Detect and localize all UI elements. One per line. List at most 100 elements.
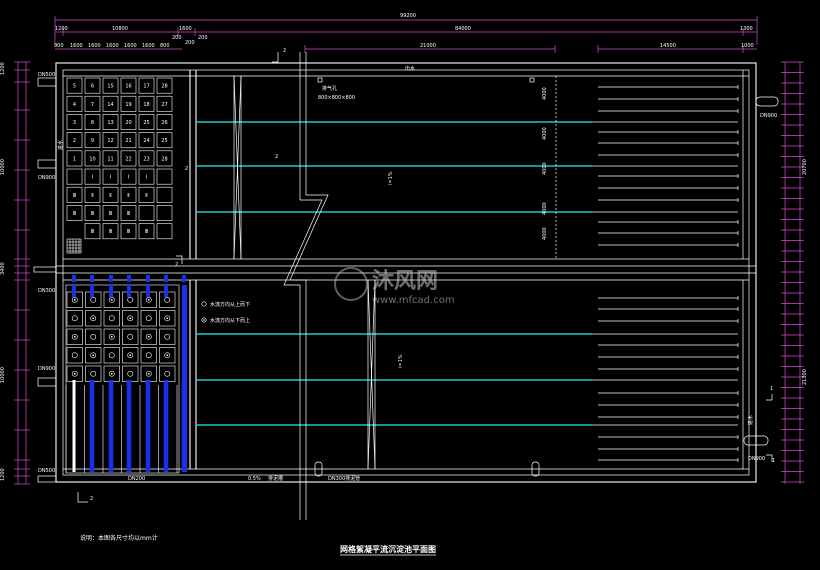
grid-cell-label: 3 <box>73 120 76 126</box>
dim-top-a: 10800 <box>112 26 128 32</box>
flow-symbol <box>90 370 97 377</box>
blue-pipe-head <box>72 285 76 297</box>
dim-1600-2: 1600 <box>88 43 101 49</box>
blue-pipe-top <box>164 275 168 282</box>
label-pipe-note: 排泥槽 <box>268 475 283 482</box>
grid-cell <box>85 365 102 382</box>
label-dn900-left-bottom: DN900 <box>38 366 55 372</box>
blue-pipe-top <box>72 275 76 282</box>
dim-sub-200a: 200 <box>172 35 182 41</box>
grid-cell-label: Ⅲ <box>109 229 112 235</box>
grid-cell-label: 13 <box>107 120 113 126</box>
right-total-bottom: 21300 <box>802 369 808 385</box>
center-dim-1: 4000 <box>542 127 548 140</box>
blue-pipe-top <box>90 275 94 282</box>
dim-1600-1: 1600 <box>70 43 83 49</box>
flow-dot <box>110 298 113 301</box>
flow-symbol <box>90 296 97 303</box>
pipe-dn500-top <box>37 77 57 87</box>
label-section-2d: 2 <box>90 496 93 502</box>
dim-top-b: 1600 <box>179 26 192 32</box>
blue-pipe-head <box>164 285 168 297</box>
blue-pipe <box>145 380 151 472</box>
hatched-cell <box>66 238 82 254</box>
grid-cell <box>156 223 173 240</box>
grid-cell-label: 8 <box>91 120 94 126</box>
blue-pipe-head <box>146 285 150 297</box>
blue-pipe-head <box>90 285 94 297</box>
label-outlet-top: 出水 <box>405 65 415 72</box>
grid-cell-label: 23 <box>143 156 149 162</box>
grid-cell <box>66 347 83 364</box>
blue-pipe-top <box>182 275 186 282</box>
flow-symbol <box>108 315 115 322</box>
grid-cell-label: 18 <box>143 102 149 108</box>
right-total-top: 20700 <box>802 159 808 175</box>
grid-cell-label: 4 <box>73 102 76 108</box>
pipe-dn900-left-top <box>37 159 57 169</box>
dim-1000: 1000 <box>741 43 754 49</box>
grid-cell <box>66 168 83 185</box>
grid-cell <box>103 347 120 364</box>
grid-cell <box>122 365 139 382</box>
flow-dot <box>92 354 95 357</box>
dim-1600-4: 1600 <box>124 43 137 49</box>
label-section-1b: 1 <box>772 458 775 464</box>
grid-cell-label: 16 <box>125 84 131 90</box>
grid-cell-label: Ⅰ <box>146 175 147 181</box>
flow-symbol <box>90 333 97 340</box>
grid-cell-label: 19 <box>125 102 131 108</box>
grid-cell-label: 1 <box>73 156 76 162</box>
top-dimensions: 99200 1200 10800 1600 84000 1300 200 200… <box>54 13 758 53</box>
grid-cell-label: Ⅲ <box>91 229 94 235</box>
dim-1600-3: 1600 <box>106 43 119 49</box>
grid-cell-label: Ⅲ <box>73 193 76 199</box>
blue-pipe-top <box>146 275 150 282</box>
grid-cell-label: Ⅲ <box>73 211 76 217</box>
center-dim-2: 4000 <box>542 162 548 175</box>
grid-cell-label: 9 <box>91 138 94 144</box>
flow-dot <box>166 354 169 357</box>
blue-pipe-head <box>109 285 113 297</box>
left-dimensions: 1200 10000 3400 10000 1200 <box>0 61 30 485</box>
flow-symbol <box>164 370 171 377</box>
label-dn300-mid: DN300 <box>38 288 55 294</box>
flow-dot <box>73 298 76 301</box>
flow-symbol <box>127 370 134 377</box>
dim-top-right: 1300 <box>740 26 753 32</box>
dim-top-left: 1200 <box>55 26 68 32</box>
blue-pipe-main <box>182 285 187 472</box>
grid-cell-label: 21 <box>125 138 131 144</box>
grid-cell-label: 12 <box>107 138 113 144</box>
dim-1600-6: 800 <box>160 43 170 49</box>
drawing-canvas: 99200 1200 10800 1600 84000 1300 200 200… <box>0 13 808 556</box>
collector-troughs <box>592 85 739 462</box>
flow-symbol <box>164 296 171 303</box>
grid-cell <box>156 205 173 221</box>
label-slope-pipe: 0.5% <box>248 476 261 482</box>
label-section-1a: 1 <box>770 386 773 392</box>
drawing-title: 网格絮凝平流沉淀池平面图 <box>340 544 436 554</box>
blue-pipe-top <box>109 275 113 282</box>
grid-cell-label: 7 <box>91 102 94 108</box>
grid-cell <box>140 347 157 364</box>
flow-dot <box>73 335 76 338</box>
flow-dot <box>92 317 95 320</box>
center-dim-4: 4000 <box>542 227 548 240</box>
blue-pipe-head <box>127 285 131 297</box>
pipe-dn900-right-top <box>755 96 779 107</box>
grid-cell-label: Ⅲ <box>145 229 148 235</box>
bracing-top <box>233 75 376 470</box>
flow-symbol <box>164 333 171 340</box>
flocculation-grid-top: 5 6 15 16 17 28 4 7 14 19 18 27 3 8 13 20 25 26 2 9 12 21 24 25… <box>66 77 173 240</box>
grid-cell-label: 10 <box>89 156 95 162</box>
watermark-en: www.mfcad.com <box>372 295 455 306</box>
flow-dot <box>147 372 150 375</box>
label-slope-top: i=1% <box>388 171 394 185</box>
legend-1: 水流方向从上而下 <box>210 301 250 308</box>
flow-symbol <box>127 296 134 303</box>
grid-cell-label: 5 <box>73 84 76 90</box>
label-section-2b: 2 <box>185 166 188 172</box>
center-dim-0: 4000 <box>542 87 548 100</box>
center-dims: 4000 4000 4000 4000 4000 <box>542 76 557 259</box>
